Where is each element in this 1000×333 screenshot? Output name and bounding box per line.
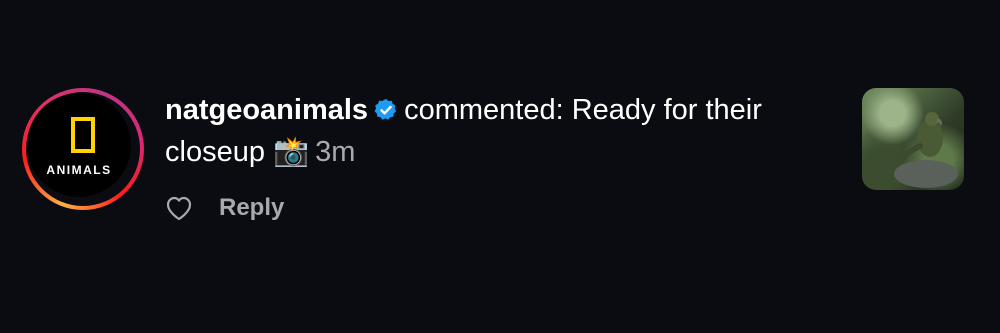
comment-actions: Reply xyxy=(165,192,284,224)
verified-badge-icon xyxy=(374,98,397,120)
reply-button[interactable]: Reply xyxy=(219,194,284,222)
timestamp: 3m xyxy=(315,136,356,168)
camera-flash-emoji: 📸 xyxy=(273,134,310,168)
notification-content: natgeoanimals commented: Ready for their … xyxy=(165,90,845,221)
natgeo-logo-frame-icon xyxy=(71,117,95,153)
post-thumbnail[interactable] xyxy=(862,88,964,190)
avatar-logo-text: ANIMALS xyxy=(46,163,112,177)
heart-outline-icon[interactable] xyxy=(165,195,193,221)
kea-bird-head xyxy=(925,112,939,126)
rock xyxy=(894,160,958,188)
notification-message: natgeoanimals commented: Ready for their … xyxy=(165,90,845,173)
avatar: ANIMALS xyxy=(27,93,131,197)
comment-notification[interactable]: ANIMALS natgeoanimals commented: Ready fo… xyxy=(0,0,1000,333)
username-link[interactable]: natgeoanimals xyxy=(165,94,368,126)
profile-avatar-story-ring[interactable]: ANIMALS xyxy=(22,88,144,210)
